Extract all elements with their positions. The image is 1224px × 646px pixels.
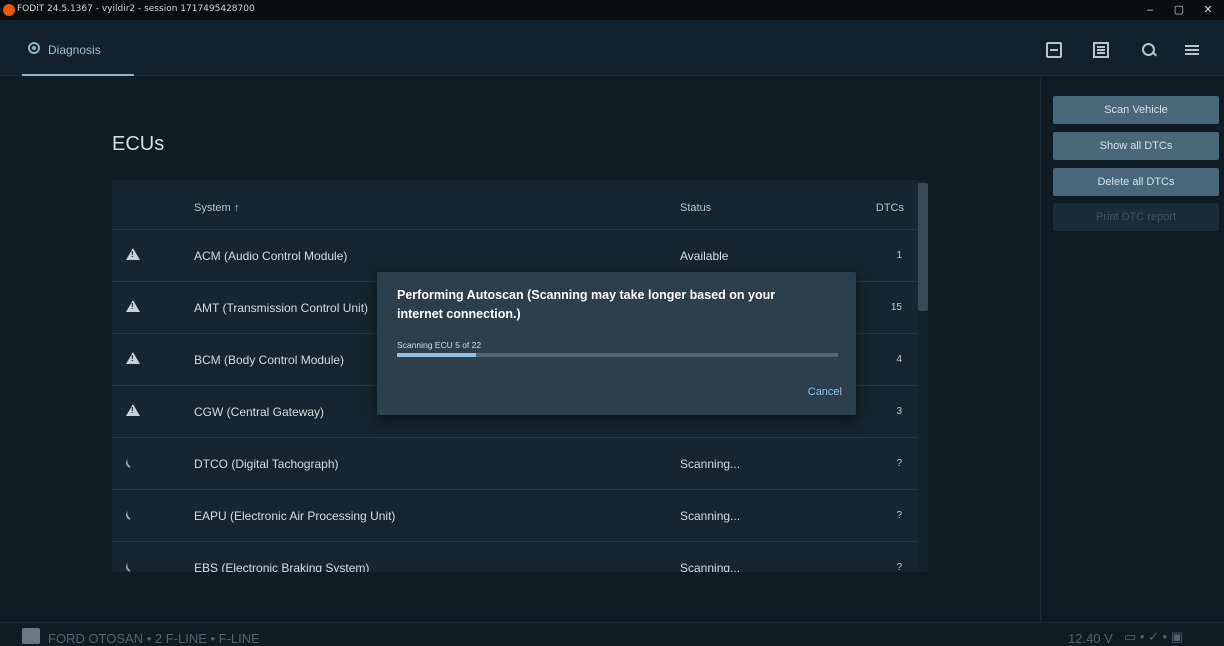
row-system: DTCO (Digital Tachograph) (194, 457, 339, 471)
row-dtc-count: ? (896, 510, 902, 521)
table-scrollbar-thumb[interactable] (918, 183, 928, 311)
status-footer: FORD OTOSAN • 2 F-LINE • F-LINE 12.40 V … (0, 622, 1224, 646)
app-header: Diagnosis (0, 20, 1224, 76)
row-status: Scanning... (680, 561, 741, 572)
spinner-icon (124, 508, 138, 522)
connection-status-icons: ▭ • ✓ • ▣ (1124, 629, 1184, 644)
maximize-button[interactable]: ▢ (1165, 2, 1193, 18)
row-system: EAPU (Electronic Air Processing Unit) (194, 509, 396, 523)
delete-all-dtcs-button[interactable]: Delete all DTCs (1053, 168, 1219, 196)
table-row[interactable]: DTCO (Digital Tachograph) Scanning... ? (112, 438, 918, 490)
row-dtc-count: 15 (890, 302, 902, 313)
row-system: BCM (Body Control Module) (194, 353, 345, 367)
autoscan-dialog: Performing Autoscan (Scanning may take l… (377, 272, 856, 415)
tab-diagnosis[interactable]: Diagnosis (22, 20, 134, 76)
print-dtc-report-button[interactable]: Print DTC report (1053, 203, 1219, 231)
minimize-button[interactable]: – (1136, 2, 1164, 18)
row-status: Available (680, 249, 729, 263)
menu-icon[interactable] (1185, 42, 1201, 58)
show-all-dtcs-button[interactable]: Show all DTCs (1053, 132, 1219, 160)
column-header-dtcs[interactable]: DTCs (876, 202, 904, 214)
page-title: ECUs (112, 133, 165, 155)
warning-icon (126, 248, 140, 260)
scan-icon[interactable] (1046, 42, 1062, 58)
scan-progress-fill (397, 353, 477, 357)
row-dtc-count: 3 (896, 406, 902, 417)
cancel-button[interactable]: Cancel (808, 386, 842, 398)
table-row[interactable]: EAPU (Electronic Air Processing Unit) Sc… (112, 490, 918, 542)
warning-icon (126, 300, 140, 312)
window-titlebar: FODiT 24.5.1367 - vyildir2 - session 171… (0, 0, 1224, 20)
scan-progress-bar (397, 353, 838, 357)
row-dtc-count: 4 (896, 354, 902, 365)
dialog-title: Performing Autoscan (Scanning may take l… (397, 288, 776, 321)
document-icon[interactable] (1093, 42, 1109, 58)
spinner-icon (124, 456, 138, 470)
close-button[interactable]: ✕ (1194, 2, 1222, 18)
scan-status-text: Scanning ECU 5 of 22 (397, 340, 482, 350)
warning-icon (126, 352, 140, 364)
row-system: ACM (Audio Control Module) (194, 249, 348, 263)
warning-icon (126, 404, 140, 416)
row-system: AMT (Transmission Control Unit) (194, 301, 369, 315)
window-title: FODiT 24.5.1367 - vyildir2 - session 171… (17, 4, 255, 14)
row-dtc-count: 1 (896, 250, 902, 261)
table-row[interactable]: EBS (Electronic Braking System) Scanning… (112, 542, 918, 572)
diagnosis-icon (28, 42, 40, 54)
column-header-status[interactable]: Status (680, 202, 711, 214)
vehicle-info: FORD OTOSAN • 2 F-LINE • F-LINE (48, 631, 260, 646)
actions-panel: Scan Vehicle Show all DTCs Delete all DT… (1040, 77, 1224, 622)
row-status: Scanning... (680, 457, 741, 471)
tab-diagnosis-label: Diagnosis (48, 43, 101, 57)
column-header-system[interactable]: System ↑ (194, 202, 239, 214)
table-header: System ↑ Status DTCs (112, 180, 918, 230)
row-system: CGW (Central Gateway) (194, 405, 325, 419)
battery-voltage: 12.40 V (1068, 631, 1113, 646)
row-system: EBS (Electronic Braking System) (194, 561, 370, 572)
scan-vehicle-button[interactable]: Scan Vehicle (1053, 96, 1219, 124)
vehicle-icon (22, 628, 40, 644)
search-icon[interactable] (1141, 42, 1157, 58)
row-status: Scanning... (680, 509, 741, 523)
row-dtc-count: ? (896, 562, 902, 572)
app-logo-icon (3, 4, 15, 16)
spinner-icon (124, 560, 138, 572)
row-dtc-count: ? (896, 458, 902, 469)
